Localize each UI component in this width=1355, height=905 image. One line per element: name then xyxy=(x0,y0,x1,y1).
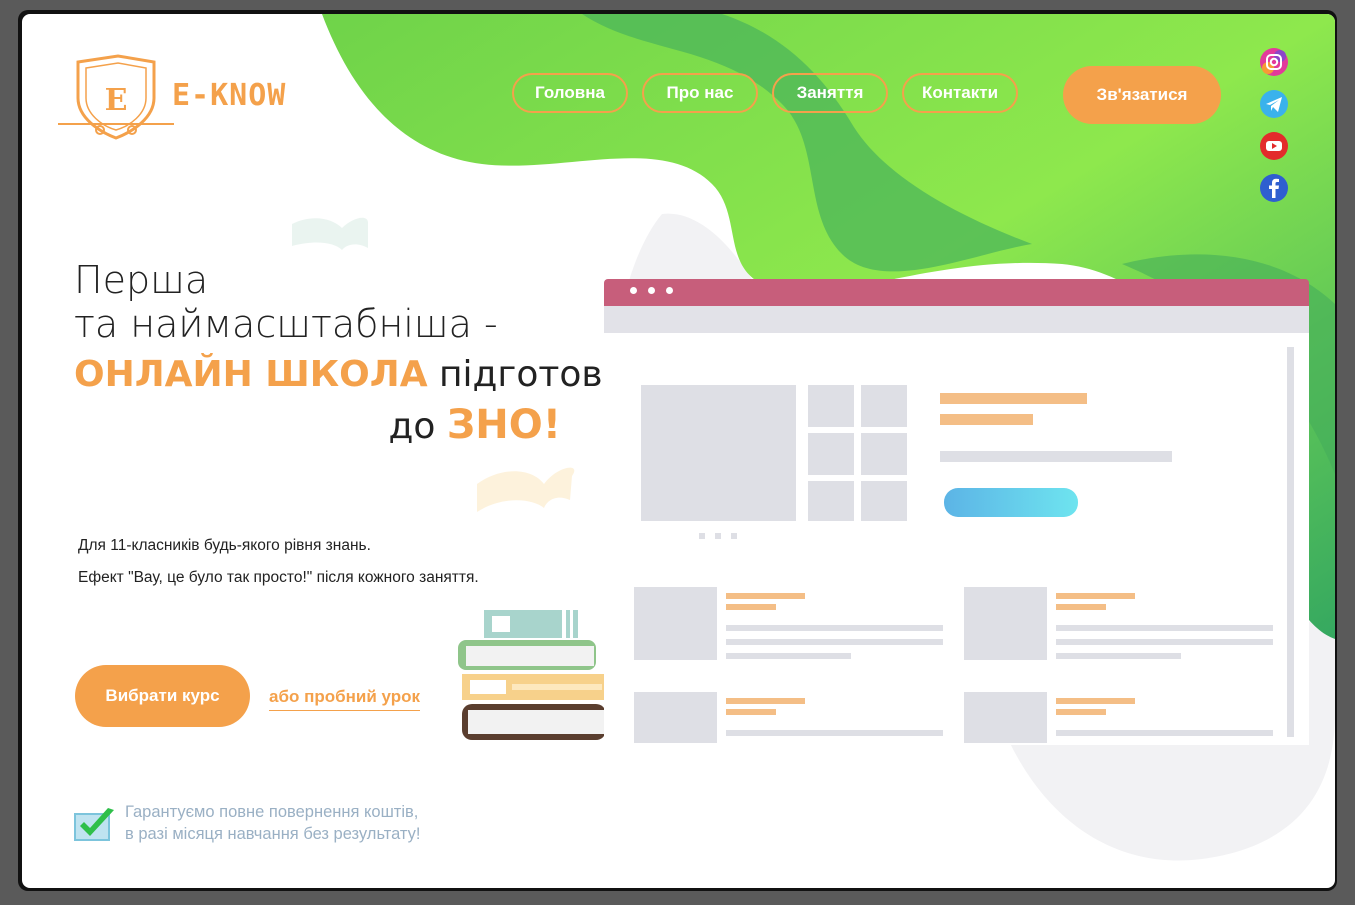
hero-title-line4-pre: до xyxy=(388,406,447,447)
nav-about[interactable]: Про нас xyxy=(642,73,758,113)
nav-home[interactable]: Головна xyxy=(512,73,628,113)
contact-button[interactable]: Зв'язатися xyxy=(1063,66,1221,124)
guarantee-line1: Гарантуємо повне повернення коштів, xyxy=(125,803,419,821)
browser-mockup-illustration xyxy=(604,279,1309,745)
mockup-titlebar xyxy=(604,279,1309,306)
books-stack-illustration xyxy=(458,610,606,740)
mockup-addressbar xyxy=(604,306,1309,333)
choose-course-button[interactable]: Вибрати курс xyxy=(75,665,250,727)
hero-title-line1: Перша xyxy=(74,258,209,302)
instagram-icon[interactable] xyxy=(1258,46,1290,78)
trial-lesson-link[interactable]: або пробний урок xyxy=(269,687,420,711)
youtube-icon[interactable] xyxy=(1258,130,1290,162)
nav-contacts[interactable]: Контакти xyxy=(902,73,1018,113)
hero-accent-zno: ЗНО! xyxy=(446,402,561,448)
facebook-icon[interactable] xyxy=(1258,172,1290,204)
landing-page: E E-KNOW Головна Про нас Заняття Контакт… xyxy=(22,14,1335,888)
checkmark-icon xyxy=(74,808,114,841)
hero-description-2: Ефект "Вау, це було так просто!" після к… xyxy=(78,569,479,586)
brand-name: E-KNOW xyxy=(172,78,287,113)
social-links xyxy=(1258,46,1294,214)
logo-letter: E xyxy=(105,83,128,118)
mockup-body xyxy=(604,333,1309,745)
main-nav: Головна Про нас Заняття Контакти xyxy=(512,73,1018,113)
nav-lessons[interactable]: Заняття xyxy=(772,73,888,113)
hero-accent-school: ОНЛАЙН ШКОЛА xyxy=(74,354,428,395)
hero-description-1: Для 11-класників будь-якого рівня знань. xyxy=(78,537,371,554)
guarantee-line2: в разі місяця навчання без результату! xyxy=(125,825,421,843)
telegram-icon[interactable] xyxy=(1258,88,1290,120)
hero-title-line2: та наймасштабніша - xyxy=(74,302,498,346)
hero-title-line3: ОНЛАЙН ШКОЛА підготовки xyxy=(74,354,648,395)
hero-title-line4: до ЗНО! xyxy=(389,402,562,448)
